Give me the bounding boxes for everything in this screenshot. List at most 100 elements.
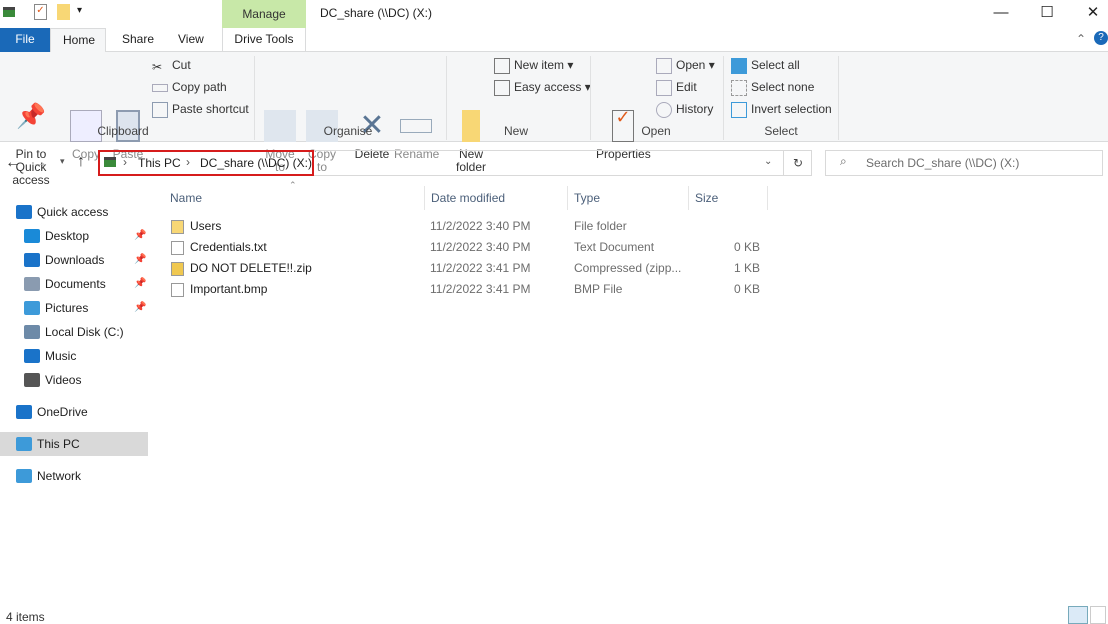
cloud-icon: [16, 405, 32, 419]
sidebar-item[interactable]: Downloads 📌: [0, 248, 148, 272]
new-folder-qat-icon[interactable]: [57, 4, 70, 20]
disk-icon: [24, 325, 40, 339]
sidebar-item[interactable]: This PC: [0, 432, 148, 456]
collapse-ribbon-icon[interactable]: ⌃: [1076, 32, 1086, 46]
zip-icon: [171, 262, 184, 276]
file-row[interactable]: Important.bmp 11/2/2022 3:41 PM BMP File 0 …: [160, 279, 770, 300]
select-none-icon: [731, 79, 747, 96]
file-name: Users: [190, 219, 222, 233]
sidebar-item[interactable]: Quick access: [0, 200, 148, 224]
file-type: File folder: [574, 219, 627, 233]
file-row[interactable]: Credentials.txt 11/2/2022 3:40 PM Text Doc…: [160, 237, 770, 258]
select-all-button[interactable]: Select all: [731, 56, 800, 76]
file-row[interactable]: Users 11/2/2022 3:40 PM File folder: [160, 216, 770, 237]
sidebar-item[interactable]: Videos: [0, 368, 148, 392]
pictures-icon: [24, 301, 40, 315]
sidebar-item[interactable]: Local Disk (C:): [0, 320, 148, 344]
file-name: Credentials.txt: [190, 240, 267, 254]
forward-button[interactable]: →: [32, 154, 48, 172]
help-icon[interactable]: ?: [1094, 31, 1108, 45]
new-item-button[interactable]: New item ▾: [494, 56, 573, 76]
sidebar-item[interactable]: Music: [0, 344, 148, 368]
status-item-count: 4 items: [6, 610, 45, 624]
recent-locations-button[interactable]: ▾: [60, 156, 65, 167]
file-date: 11/2/2022 3:41 PM: [430, 282, 531, 296]
invert-selection-icon: [731, 101, 747, 118]
file-type: BMP File: [574, 282, 623, 296]
file-type: Text Document: [574, 240, 655, 254]
open-group-label: Open: [641, 124, 671, 138]
organise-group-label: Organise: [323, 124, 373, 138]
properties-qat-icon[interactable]: ✓: [34, 4, 47, 20]
file-row[interactable]: DO NOT DELETE!!.zip 11/2/2022 3:41 PM Comp…: [160, 258, 770, 279]
close-button[interactable]: ✕: [1070, 0, 1108, 28]
paste-shortcut-button[interactable]: Paste shortcut: [152, 100, 249, 120]
file-name: Important.bmp: [190, 282, 268, 296]
sidebar-item-label: Desktop: [45, 229, 90, 243]
select-none-button[interactable]: Select none: [731, 78, 814, 98]
window-title: DC_share (\\DC) (X:): [320, 6, 433, 20]
large-icons-view-button[interactable]: [1090, 606, 1106, 624]
folder-icon: [462, 110, 480, 142]
scissors-icon: ✂: [152, 59, 163, 74]
column-size[interactable]: Size: [688, 186, 768, 210]
edit-button[interactable]: Edit: [656, 78, 697, 98]
invert-selection-button[interactable]: Invert selection: [731, 100, 832, 120]
sidebar-item[interactable]: Network: [0, 464, 148, 488]
breadcrumb-this-pc[interactable]: This PC: [138, 156, 181, 170]
search-input[interactable]: Search DC_share (\\DC) (X:): [825, 150, 1103, 176]
tab-home[interactable]: Home: [50, 28, 106, 53]
open-button[interactable]: Open ▾: [656, 56, 715, 76]
drive-icon: [104, 157, 116, 167]
address-dropdown-icon[interactable]: ⌄: [764, 156, 772, 167]
breadcrumb-dc-share[interactable]: DC_share (\\DC) (X:): [200, 156, 312, 170]
tab-view[interactable]: View: [166, 28, 216, 52]
file-size: 1 KB: [733, 261, 760, 275]
maximize-button[interactable]: ☐: [1024, 0, 1070, 28]
column-date-modified[interactable]: Date modified: [424, 186, 505, 210]
easy-access-icon: [494, 79, 510, 96]
edit-icon: [656, 79, 672, 96]
sidebar-item[interactable]: Desktop 📌: [0, 224, 148, 248]
column-name[interactable]: Name: [170, 186, 202, 210]
sidebar-item[interactable]: Documents 📌: [0, 272, 148, 296]
tab-file[interactable]: File: [0, 28, 50, 52]
sidebar-item[interactable]: OneDrive: [0, 400, 148, 424]
file-type: Compressed (zipp...: [574, 261, 682, 275]
sidebar-item[interactable]: Pictures 📌: [0, 296, 148, 320]
network-icon: [16, 469, 32, 483]
file-size: 0 KB: [733, 282, 760, 296]
pin-icon: 📌: [134, 254, 147, 265]
drive-icon: [3, 7, 15, 17]
tab-share[interactable]: Share: [110, 28, 166, 52]
history-button[interactable]: History: [656, 100, 713, 120]
copy-path-button[interactable]: Copy path: [152, 78, 227, 98]
copy-path-icon: [152, 83, 168, 92]
history-icon: [656, 101, 672, 118]
sidebar-item-label: Quick access: [37, 205, 109, 219]
sidebar-item-label: Network: [37, 469, 82, 483]
column-type[interactable]: Type: [567, 186, 600, 210]
easy-access-button[interactable]: Easy access ▾: [494, 78, 591, 98]
refresh-icon[interactable]: ↻: [783, 150, 812, 176]
breadcrumb-separator: ›: [186, 155, 190, 169]
cut-button[interactable]: ✂ Cut: [152, 56, 191, 76]
details-view-button[interactable]: [1068, 606, 1088, 624]
back-button[interactable]: ←: [5, 154, 21, 172]
paste-shortcut-icon: [152, 101, 168, 118]
minimize-button[interactable]: —: [978, 0, 1024, 28]
pin-icon: 📌: [134, 278, 147, 289]
image-file-icon: [171, 283, 184, 297]
tab-drive-tools[interactable]: Drive Tools: [222, 28, 306, 52]
desktop-icon: [24, 229, 40, 243]
pin-to-quick-access-button[interactable]: 📌 Pin to Quick access: [0, 105, 62, 187]
sidebar-item-label: Downloads: [45, 253, 105, 267]
qat-dropdown-icon[interactable]: ▾: [77, 5, 82, 16]
up-button[interactable]: ↑: [77, 153, 85, 171]
move-to-icon: [264, 110, 296, 142]
select-group-label: Select: [764, 124, 798, 138]
search-icon: ⌕: [840, 154, 847, 168]
pin-icon: 📌: [134, 302, 147, 313]
rename-icon: [400, 119, 432, 133]
file-size: 0 KB: [733, 240, 760, 254]
